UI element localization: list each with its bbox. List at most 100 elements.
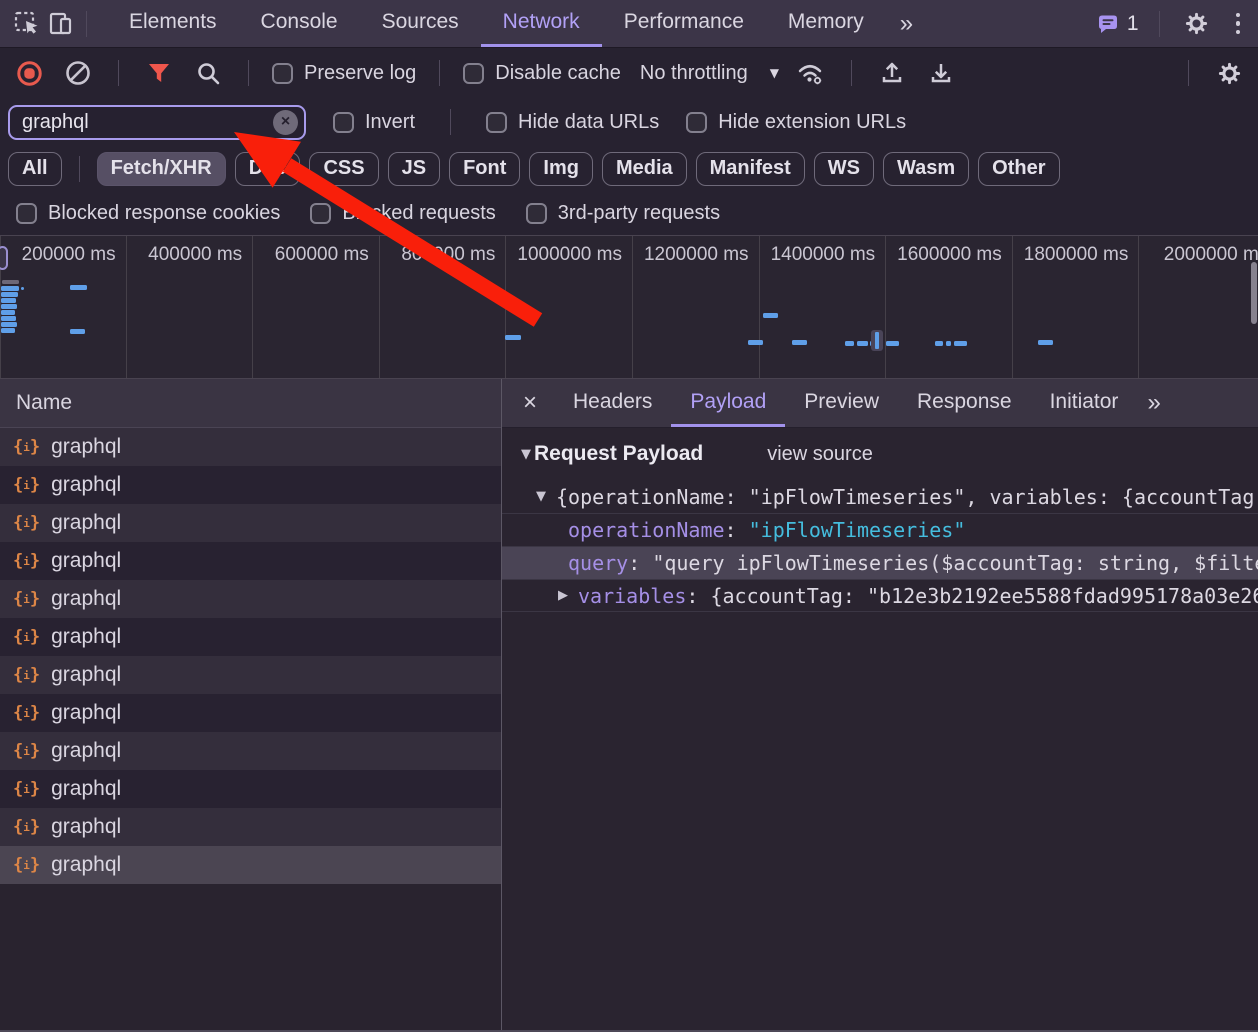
brace-dot: i bbox=[23, 479, 30, 492]
request-row[interactable]: {i}graphql bbox=[0, 656, 501, 694]
preserve-log-label: Preserve log bbox=[304, 62, 416, 85]
type-filter-fetch-xhr[interactable]: Fetch/XHR bbox=[97, 152, 226, 186]
type-filter-other[interactable]: Other bbox=[978, 152, 1059, 186]
timeline-tick: 2000000 ms bbox=[1139, 236, 1258, 378]
request-row[interactable]: {i}graphql bbox=[0, 808, 501, 846]
waterfall-bar bbox=[1, 304, 17, 309]
tab-sources[interactable]: Sources bbox=[360, 0, 481, 47]
more-tabs-chevron-icon[interactable]: » bbox=[886, 0, 927, 47]
3rd-party-requests-checkbox[interactable]: 3rd-party requests bbox=[526, 202, 720, 225]
type-filter-wasm[interactable]: Wasm bbox=[883, 152, 969, 186]
name-column-header[interactable]: Name bbox=[0, 379, 501, 428]
export-har-icon[interactable] bbox=[924, 56, 958, 90]
checkbox[interactable] bbox=[686, 112, 707, 133]
request-row[interactable]: {i}graphql bbox=[0, 732, 501, 770]
checkbox[interactable] bbox=[463, 63, 484, 84]
payload-key: query bbox=[568, 551, 628, 575]
collapsed-triangle-icon[interactable]: ▶ bbox=[558, 588, 578, 603]
checkbox[interactable] bbox=[16, 203, 37, 224]
request-row[interactable]: {i}graphql bbox=[0, 618, 501, 656]
request-row[interactable]: {i}graphql bbox=[0, 466, 501, 504]
type-filter-font[interactable]: Font bbox=[449, 152, 520, 186]
brace: } bbox=[30, 627, 40, 647]
filter-input[interactable] bbox=[20, 110, 273, 135]
brace: { bbox=[13, 779, 23, 799]
detail-tab-headers[interactable]: Headers bbox=[554, 379, 671, 427]
waterfall-bar bbox=[954, 341, 967, 346]
payload-line[interactable]: query: "query ipFlowTimeseries($accountT… bbox=[502, 546, 1258, 579]
filter-input-box[interactable]: × bbox=[8, 105, 306, 140]
type-filter-img[interactable]: Img bbox=[529, 152, 593, 186]
type-filter-doc[interactable]: Doc bbox=[235, 152, 301, 186]
request-name: graphql bbox=[51, 511, 121, 535]
section-expand-icon[interactable]: ▼ bbox=[521, 447, 531, 462]
payload-line[interactable]: operationName: "ipFlowTimeseries" bbox=[502, 513, 1258, 546]
request-row[interactable]: {i}graphql bbox=[0, 580, 501, 618]
blocked-requests-checkbox[interactable]: Blocked requests bbox=[310, 202, 495, 225]
settings-gear-icon[interactable] bbox=[1180, 7, 1214, 41]
request-row[interactable]: {i}graphql bbox=[0, 846, 501, 884]
timeline-scroll-handle-left[interactable] bbox=[0, 246, 8, 270]
search-icon[interactable] bbox=[191, 56, 225, 90]
issues-badge[interactable]: 1 bbox=[1096, 12, 1139, 36]
expanded-triangle-icon[interactable]: ▼ bbox=[536, 489, 556, 504]
hide-data-urls-checkbox[interactable]: Hide data URLs bbox=[486, 111, 659, 134]
device-toolbar-icon[interactable] bbox=[44, 7, 78, 41]
type-filter-manifest[interactable]: Manifest bbox=[696, 152, 805, 186]
blocked-response-cookies-checkbox[interactable]: Blocked response cookies bbox=[16, 202, 280, 225]
request-row[interactable]: {i}graphql bbox=[0, 694, 501, 732]
type-filter-media[interactable]: Media bbox=[602, 152, 687, 186]
brace: } bbox=[30, 665, 40, 685]
filter-icon[interactable] bbox=[142, 56, 176, 90]
disable-cache-checkbox[interactable]: Disable cache bbox=[463, 62, 621, 85]
import-har-icon[interactable] bbox=[875, 56, 909, 90]
tab-network[interactable]: Network bbox=[481, 0, 602, 47]
checkbox[interactable] bbox=[310, 203, 331, 224]
timeline-scroll-handle-right[interactable] bbox=[1251, 262, 1257, 324]
waterfall-bar bbox=[1, 322, 17, 327]
checkbox[interactable] bbox=[526, 203, 547, 224]
type-filter-js[interactable]: JS bbox=[388, 152, 440, 186]
more-detail-tabs-chevron-icon[interactable]: » bbox=[1137, 379, 1170, 427]
payload-line[interactable]: ▼{operationName: "ipFlowTimeseries", var… bbox=[502, 480, 1258, 513]
type-filter-all[interactable]: All bbox=[8, 152, 62, 186]
clear-filter-icon[interactable]: × bbox=[273, 110, 298, 135]
tab-elements[interactable]: Elements bbox=[107, 0, 239, 47]
record-network-log-icon[interactable] bbox=[12, 56, 46, 90]
brace: { bbox=[13, 475, 23, 495]
detail-tab-payload[interactable]: Payload bbox=[671, 379, 785, 427]
invert-checkbox[interactable]: Invert bbox=[333, 111, 415, 134]
throttling-select[interactable]: No throttling ▼ bbox=[640, 62, 779, 85]
inspect-element-icon[interactable] bbox=[10, 7, 44, 41]
tab-console[interactable]: Console bbox=[239, 0, 360, 47]
timeline-tick: 600000 ms bbox=[253, 236, 380, 378]
request-row[interactable]: {i}graphql bbox=[0, 504, 501, 542]
view-source-link[interactable]: view source bbox=[767, 443, 873, 466]
preserve-log-checkbox[interactable]: Preserve log bbox=[272, 62, 416, 85]
request-row[interactable]: {i}graphql bbox=[0, 770, 501, 808]
json-request-icon: {i} bbox=[13, 437, 40, 457]
requests-panel: Name {i}graphql{i}graphql{i}graphql{i}gr… bbox=[0, 379, 501, 1030]
network-overview-timeline[interactable]: 200000 ms400000 ms600000 ms800000 ms1000… bbox=[0, 235, 1258, 379]
request-row[interactable]: {i}graphql bbox=[0, 542, 501, 580]
checkbox[interactable] bbox=[272, 63, 293, 84]
checkbox[interactable] bbox=[486, 112, 507, 133]
checkbox[interactable] bbox=[333, 112, 354, 133]
more-options-menu-icon[interactable] bbox=[1226, 13, 1251, 35]
waterfall-bar bbox=[946, 341, 951, 346]
type-filter-ws[interactable]: WS bbox=[814, 152, 874, 186]
hide-extension-urls-checkbox[interactable]: Hide extension URLs bbox=[686, 111, 906, 134]
tab-performance[interactable]: Performance bbox=[602, 0, 766, 47]
detail-tab-response[interactable]: Response bbox=[898, 379, 1031, 427]
payload-line[interactable]: ▶variables: {accountTag: "b12e3b2192ee55… bbox=[502, 579, 1258, 612]
network-settings-gear-icon[interactable] bbox=[1212, 56, 1246, 90]
request-row[interactable]: {i}graphql bbox=[0, 428, 501, 466]
clear-network-log-icon[interactable] bbox=[61, 56, 95, 90]
detail-tab-preview[interactable]: Preview bbox=[785, 379, 898, 427]
detail-tab-initiator[interactable]: Initiator bbox=[1031, 379, 1138, 427]
close-detail-icon[interactable]: × bbox=[502, 379, 554, 427]
network-conditions-icon[interactable] bbox=[794, 56, 828, 90]
brace: { bbox=[13, 741, 23, 761]
type-filter-css[interactable]: CSS bbox=[309, 152, 378, 186]
tab-memory[interactable]: Memory bbox=[766, 0, 886, 47]
